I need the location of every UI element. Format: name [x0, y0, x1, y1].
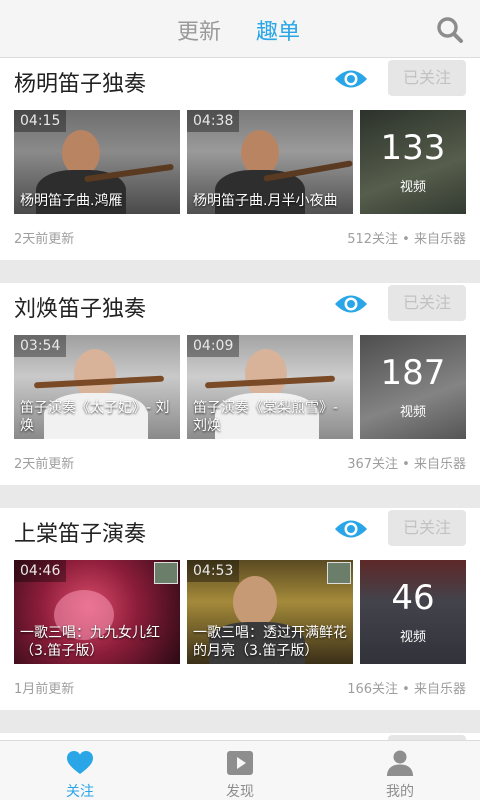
uploader-avatar	[154, 562, 178, 584]
update-time: 1月前更新	[14, 682, 75, 697]
video-thumbnail[interactable]: 04:09 笛子演奏《棠梨煎雪》- 刘焕	[187, 335, 353, 439]
follower-count: 512关注	[347, 232, 399, 247]
video-thumbnail[interactable]: 04:38 杨明笛子曲.月半小夜曲	[187, 110, 353, 214]
follow-button[interactable]: 已关注	[388, 60, 466, 96]
more-videos-tile[interactable]: 133 视频	[360, 110, 466, 214]
nav-follow[interactable]: 关注	[20, 741, 140, 800]
eye-icon[interactable]	[334, 68, 368, 90]
video-count-label: 视频	[399, 405, 426, 420]
play-icon	[226, 749, 254, 777]
nav-discover-label: 发现	[226, 784, 254, 800]
video-title: 笛子演奏《棠梨煎雪》- 刘焕	[193, 400, 339, 434]
more-videos-tile[interactable]: 46 视频	[360, 560, 466, 664]
video-duration: 04:09	[187, 335, 240, 357]
more-videos-tile[interactable]: 187 视频	[360, 335, 466, 439]
video-thumbnail[interactable]: 04:53 一歌三唱：透过开满鲜花的月亮（3.笛子版）	[187, 560, 353, 664]
video-duration: 04:38	[187, 110, 240, 132]
update-time: 2天前更新	[14, 457, 75, 472]
follower-count: 166关注	[347, 682, 399, 697]
nav-mine[interactable]: 我的	[340, 741, 460, 800]
update-time: 2天前更新	[14, 232, 75, 247]
playlist-title: 上棠笛子演奏	[14, 522, 147, 547]
video-duration: 04:53	[187, 560, 240, 582]
video-thumbnail[interactable]: 03:54 笛子演奏《太子妃》- 刘焕	[14, 335, 180, 439]
heart-icon	[66, 749, 94, 777]
playlist-card[interactable]: 上棠笛子演奏 已关注 04:46 一歌三唱：九九女儿红（3.笛子版） 04:53…	[0, 508, 480, 710]
playlist-title: 杨明笛子独奏	[14, 72, 147, 97]
source-label: 来自乐器	[413, 457, 466, 472]
playlist-meta: 166关注 • 来自乐器	[347, 682, 466, 697]
video-title: 杨明笛子曲.月半小夜曲	[193, 193, 338, 209]
video-title: 一歌三唱：九九女儿红（3.笛子版）	[20, 625, 160, 659]
video-count: 187	[380, 353, 446, 393]
playlist-card-partial[interactable]	[0, 733, 480, 740]
source-label: 来自乐器	[413, 232, 466, 247]
video-title: 笛子演奏《太子妃》- 刘焕	[20, 400, 170, 434]
video-thumbnail[interactable]: 04:46 一歌三唱：九九女儿红（3.笛子版）	[14, 560, 180, 664]
eye-icon[interactable]	[334, 518, 368, 540]
follow-button[interactable]: 已关注	[388, 285, 466, 321]
top-bar: 更新 趣单	[0, 0, 480, 58]
playlist-card[interactable]: 杨明笛子独奏 已关注 04:15 杨明笛子曲.鸿雁 04:38 杨明笛子曲.月半…	[0, 58, 480, 260]
search-icon[interactable]	[436, 16, 464, 44]
video-duration: 04:15	[14, 110, 67, 132]
video-thumbnail[interactable]: 04:15 杨明笛子曲.鸿雁	[14, 110, 180, 214]
tab-updates[interactable]: 更新	[177, 14, 221, 46]
tab-playlists[interactable]: 趣单	[256, 14, 300, 46]
eye-icon[interactable]	[334, 293, 368, 315]
video-count: 46	[391, 578, 435, 618]
video-duration: 04:46	[14, 560, 67, 582]
video-count-label: 视频	[399, 180, 426, 195]
playlist-card[interactable]: 刘焕笛子独奏 已关注 03:54 笛子演奏《太子妃》- 刘焕 04:09 笛子演…	[0, 283, 480, 485]
playlist-meta: 512关注 • 来自乐器	[347, 232, 466, 247]
nav-mine-label: 我的	[386, 784, 414, 800]
user-icon	[386, 749, 414, 777]
playlist-title: 刘焕笛子独奏	[14, 297, 147, 322]
nav-follow-label: 关注	[66, 784, 94, 800]
source-label: 来自乐器	[413, 682, 466, 697]
app-screen: 更新 趣单 杨明笛子独奏 已关注 04:15 杨明笛子曲.鸿雁 04:38 杨明…	[0, 0, 480, 800]
uploader-avatar	[327, 562, 351, 584]
video-count: 133	[380, 128, 446, 168]
video-duration: 03:54	[14, 335, 67, 357]
bottom-nav: 关注 发现 我的	[0, 740, 480, 800]
video-count-label: 视频	[399, 630, 426, 645]
nav-discover[interactable]: 发现	[180, 741, 300, 800]
video-title: 杨明笛子曲.鸿雁	[20, 193, 123, 209]
playlist-meta: 367关注 • 来自乐器	[347, 457, 466, 472]
follower-count: 367关注	[347, 457, 399, 472]
playlist-feed: 杨明笛子独奏 已关注 04:15 杨明笛子曲.鸿雁 04:38 杨明笛子曲.月半…	[0, 58, 480, 740]
video-title: 一歌三唱：透过开满鲜花的月亮（3.笛子版）	[193, 625, 347, 659]
follow-button[interactable]: 已关注	[388, 510, 466, 546]
